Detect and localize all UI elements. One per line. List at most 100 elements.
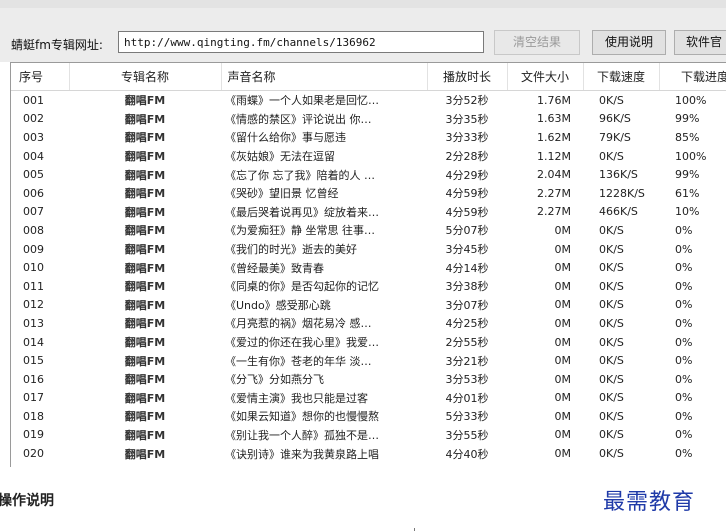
- url-label: 蜻蜓fm专辑网址:: [11, 38, 103, 52]
- row-size: 0M: [554, 298, 572, 312]
- column-header-track[interactable]: 声音名称: [221, 63, 428, 91]
- row-album: 翻唱FM: [124, 373, 166, 387]
- row-track: 《曾经最美》致青春: [225, 261, 324, 275]
- row-index: 006: [23, 186, 44, 200]
- row-speed: 1228K/S: [599, 186, 645, 200]
- column-header-index[interactable]: 序号: [11, 63, 70, 91]
- row-speed: 0K/S: [599, 242, 624, 256]
- software-website-button[interactable]: 软件官: [674, 30, 726, 55]
- row-speed: 0K/S: [599, 279, 624, 293]
- row-album: 翻唱FM: [124, 205, 166, 219]
- row-track: 《忘了你 忘了我》陪着的人 …: [225, 168, 375, 182]
- table-header: 序号 专辑名称 声音名称 播放时长 文件大小 下载速度 下载进度: [11, 63, 726, 91]
- table-row[interactable]: 004 翻唱FM 《灰姑娘》无法在逗留 2分28秒 1.12M 0K/S 100%: [11, 147, 726, 166]
- row-progress: 0%: [675, 261, 693, 275]
- row-index: 014: [23, 335, 44, 349]
- row-index: 004: [23, 149, 44, 163]
- row-speed: 0K/S: [599, 149, 624, 163]
- row-album: 翻唱FM: [124, 131, 166, 145]
- row-size: 0M: [554, 447, 572, 461]
- table-row[interactable]: 019 翻唱FM 《别让我一个人醉》孤独不是… 3分55秒 0M 0K/S 0%: [11, 426, 726, 445]
- row-index: 019: [23, 428, 44, 442]
- table-row[interactable]: 007 翻唱FM 《最后哭着说再见》绽放着来… 4分59秒 2.27M 466K/S 10%: [11, 203, 726, 222]
- row-progress: 99%: [675, 112, 700, 126]
- row-track: 《留什么给你》事与愿违: [225, 131, 346, 145]
- table-row[interactable]: 002 翻唱FM 《情感的禁区》评论说出 你… 3分35秒 1.63M 96K/S 99%: [11, 110, 726, 129]
- column-header-album[interactable]: 专辑名称: [69, 63, 222, 91]
- column-header-size[interactable]: 文件大小: [507, 63, 584, 91]
- row-progress: 0%: [675, 372, 693, 386]
- table-row[interactable]: 016 翻唱FM 《分飞》分如燕分飞 3分53秒 0M 0K/S 0%: [11, 370, 726, 389]
- row-index: 009: [23, 242, 44, 256]
- row-speed: 0K/S: [599, 372, 624, 386]
- row-progress: 0%: [675, 391, 693, 405]
- row-duration: 3分21秒: [445, 354, 489, 368]
- row-progress: 0%: [675, 279, 693, 293]
- row-speed: 0K/S: [599, 428, 624, 442]
- column-header-duration[interactable]: 播放时长: [427, 63, 508, 91]
- row-track: 《情感的禁区》评论说出 你…: [225, 112, 372, 126]
- row-progress: 0%: [675, 447, 693, 461]
- table-row[interactable]: 009 翻唱FM 《我们的时光》逝去的美好 3分45秒 0M 0K/S 0%: [11, 240, 726, 259]
- table-row[interactable]: 011 翻唱FM 《同桌的你》是否勾起你的记忆 3分38秒 0M 0K/S 0%: [11, 277, 726, 296]
- table-row[interactable]: 006 翻唱FM 《哭砂》望旧景 忆曾经 4分59秒 2.27M 1228K/S 61%: [11, 184, 726, 203]
- row-track: 《爱过的你还在我心里》我爱…: [225, 336, 379, 350]
- table-row[interactable]: 012 翻唱FM 《Undo》感受那心跳 3分07秒 0M 0K/S 0%: [11, 296, 726, 315]
- row-track: 《一生有你》苍老的年华 淡…: [225, 354, 372, 368]
- column-header-speed[interactable]: 下载速度: [583, 63, 660, 91]
- row-progress: 0%: [675, 223, 693, 237]
- row-duration: 2分28秒: [445, 150, 489, 164]
- table-row[interactable]: 003 翻唱FM 《留什么给你》事与愿违 3分33秒 1.62M 79K/S 85%: [11, 128, 726, 147]
- row-progress: 0%: [675, 298, 693, 312]
- row-speed: 0K/S: [599, 335, 624, 349]
- row-duration: 2分55秒: [445, 336, 489, 350]
- row-size: 0M: [554, 279, 572, 293]
- row-index: 011: [23, 279, 44, 293]
- row-index: 016: [23, 372, 44, 386]
- row-speed: 0K/S: [599, 316, 624, 330]
- row-album: 翻唱FM: [124, 243, 166, 257]
- row-size: 0M: [554, 261, 572, 275]
- table-row[interactable]: 005 翻唱FM 《忘了你 忘了我》陪着的人 … 4分29秒 2.04M 136K/S 99…: [11, 165, 726, 184]
- table-row[interactable]: 020 翻唱FM 《诀别诗》谁来为我黄泉路上唱 4分40秒 0M 0K/S 0%: [11, 444, 726, 463]
- table-row[interactable]: 013 翻唱FM 《月亮惹的祸》烟花易冷 感… 4分25秒 0M 0K/S 0%: [11, 314, 726, 333]
- table-row[interactable]: 001 翻唱FM 《雨蝶》一个人如果老是回忆… 3分52秒 1.76M 0K/S 100%: [11, 91, 726, 110]
- row-speed: 0K/S: [599, 223, 624, 237]
- row-album: 翻唱FM: [124, 168, 166, 182]
- row-speed: 0K/S: [599, 391, 624, 405]
- row-size: 2.27M: [537, 205, 571, 219]
- table-row[interactable]: 015 翻唱FM 《一生有你》苍老的年华 淡… 3分21秒 0M 0K/S 0%: [11, 351, 726, 370]
- table-row[interactable]: 018 翻唱FM 《如果云知道》想你的也慢慢熬 5分33秒 0M 0K/S 0%: [11, 407, 726, 426]
- row-duration: 3分45秒: [445, 243, 489, 257]
- row-duration: 4分14秒: [445, 261, 489, 275]
- row-album: 翻唱FM: [124, 410, 166, 424]
- row-album: 翻唱FM: [124, 298, 166, 312]
- row-album: 翻唱FM: [124, 224, 166, 238]
- brand-logo-text: 最需教育: [603, 490, 696, 515]
- row-track: 《诀别诗》谁来为我黄泉路上唱: [225, 447, 379, 461]
- table-row[interactable]: 010 翻唱FM 《曾经最美》致青春 4分14秒 0M 0K/S 0%: [11, 258, 726, 277]
- row-index: 017: [23, 391, 44, 405]
- row-speed: 466K/S: [599, 205, 638, 219]
- table-row[interactable]: 008 翻唱FM 《为爱痴狂》静 坐常思 往事… 5分07秒 0M 0K/S 0%: [11, 221, 726, 240]
- table-row[interactable]: 017 翻唱FM 《爱情主演》我也只能是过客 4分01秒 0M 0K/S 0%: [11, 389, 726, 408]
- row-index: 010: [23, 261, 44, 275]
- row-album: 翻唱FM: [124, 187, 166, 201]
- table-row[interactable]: 014 翻唱FM 《爱过的你还在我心里》我爱… 2分55秒 0M 0K/S 0%: [11, 333, 726, 352]
- row-size: 0M: [554, 354, 572, 368]
- row-duration: 4分59秒: [445, 187, 489, 201]
- column-header-progress[interactable]: 下载进度: [659, 63, 726, 91]
- row-album: 翻唱FM: [124, 150, 166, 164]
- album-url-input[interactable]: http://www.qingting.fm/channels/136962: [118, 31, 484, 53]
- clear-results-button[interactable]: 清空结果: [494, 30, 580, 55]
- row-track: 《如果云知道》想你的也慢慢熬: [225, 410, 379, 424]
- usage-instructions-button[interactable]: 使用说明: [592, 30, 666, 55]
- row-duration: 3分53秒: [445, 373, 489, 387]
- row-index: 008: [23, 223, 44, 237]
- row-track: 《灰姑娘》无法在逗留: [225, 150, 335, 164]
- row-progress: 0%: [675, 335, 693, 349]
- row-track: 《别让我一个人醉》孤独不是…: [225, 428, 379, 442]
- row-progress: 100%: [675, 149, 707, 163]
- row-progress: 0%: [675, 409, 693, 423]
- row-index: 007: [23, 205, 44, 219]
